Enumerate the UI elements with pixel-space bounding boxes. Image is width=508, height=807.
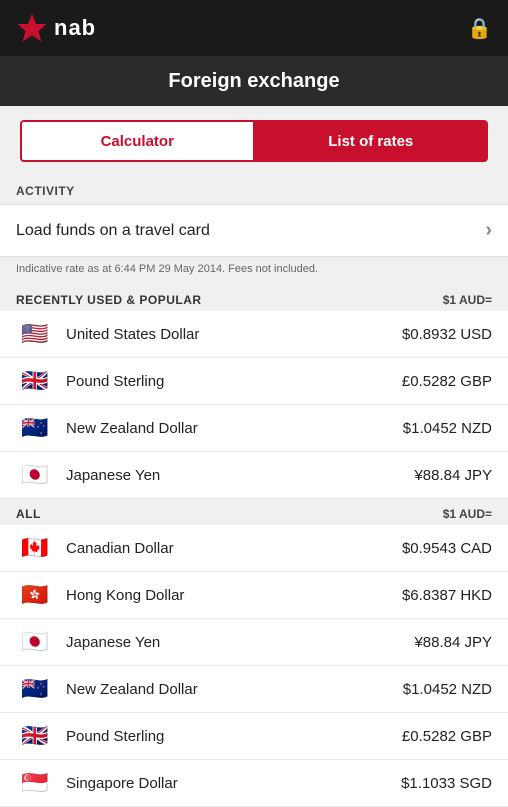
currency-value: $1.0452 NZD — [402, 420, 492, 437]
currency-name: New Zealand Dollar — [66, 420, 402, 437]
list-item[interactable]: 🇯🇵 Japanese Yen¥88.84 JPY — [0, 619, 508, 666]
activity-row-text: Load funds on a travel card — [16, 222, 210, 240]
currency-value: $0.9543 CAD — [402, 540, 492, 557]
app-header: nab 🔒 — [0, 0, 508, 56]
activity-label: ACTIVITY — [16, 184, 75, 198]
all-title: ALL — [16, 507, 41, 521]
currency-flag-icon: 🇬🇧 — [16, 368, 54, 394]
list-item[interactable]: 🇬🇧 Pound Sterling£0.5282 GBP — [0, 358, 508, 405]
currency-name: Singapore Dollar — [66, 775, 401, 792]
all-list: 🇨🇦 Canadian Dollar$0.9543 CAD 🇭🇰 Hong Kong … — [0, 525, 508, 807]
currency-name: Hong Kong Dollar — [66, 587, 402, 604]
tab-calculator[interactable]: Calculator — [20, 120, 254, 162]
list-item[interactable]: 🇨🇦 Canadian Dollar$0.9543 CAD — [0, 525, 508, 572]
currency-name: New Zealand Dollar — [66, 681, 402, 698]
logo-text: nab — [54, 15, 96, 41]
nab-star-icon — [16, 12, 48, 44]
currency-name: Japanese Yen — [66, 634, 402, 651]
currency-value: £0.5282 GBP — [402, 728, 492, 745]
all-rate-label: $1 AUD= — [443, 507, 492, 521]
currency-value: ¥88.84 JPY — [402, 634, 492, 651]
currency-name: Pound Sterling — [66, 373, 402, 390]
currency-name: Japanese Yen — [66, 467, 402, 484]
currency-value: $1.0452 NZD — [402, 681, 492, 698]
currency-value: £0.5282 GBP — [402, 373, 492, 390]
list-item[interactable]: 🇬🇧 Pound Sterling£0.5282 GBP — [0, 713, 508, 760]
recently-used-header: RECENTLY USED & POPULAR $1 AUD= — [0, 285, 508, 311]
currency-flag-icon: 🇭🇰 — [16, 582, 54, 608]
currency-flag-icon: 🇳🇿 — [16, 415, 54, 441]
currency-value: ¥88.84 JPY — [402, 467, 492, 484]
lock-icon: 🔒 — [467, 16, 492, 41]
load-funds-row[interactable]: Load funds on a travel card › — [0, 204, 508, 257]
list-item[interactable]: 🇺🇸 United States Dollar$0.8932 USD — [0, 311, 508, 358]
activity-section-header: ACTIVITY — [0, 176, 508, 204]
chevron-right-icon: › — [485, 219, 492, 242]
title-bar: Foreign exchange — [0, 56, 508, 106]
currency-flag-icon: 🇺🇸 — [16, 321, 54, 347]
currency-value: $6.8387 HKD — [402, 587, 492, 604]
currency-flag-icon: 🇯🇵 — [16, 629, 54, 655]
list-item[interactable]: 🇭🇰 Hong Kong Dollar$6.8387 HKD — [0, 572, 508, 619]
list-item[interactable]: 🇯🇵 Japanese Yen¥88.84 JPY — [0, 452, 508, 499]
currency-value: $0.8932 USD — [402, 326, 492, 343]
currency-flag-icon: 🇳🇿 — [16, 676, 54, 702]
currency-name: Pound Sterling — [66, 728, 402, 745]
currency-flag-icon: 🇯🇵 — [16, 462, 54, 488]
list-item[interactable]: 🇳🇿 New Zealand Dollar$1.0452 NZD — [0, 405, 508, 452]
indicative-note: Indicative rate as at 6:44 PM 29 May 201… — [0, 257, 508, 285]
currency-value: $1.1033 SGD — [401, 775, 492, 792]
recently-used-title: RECENTLY USED & POPULAR — [16, 293, 202, 307]
tab-list-of-rates[interactable]: List of rates — [254, 120, 489, 162]
list-item[interactable]: 🇳🇿 New Zealand Dollar$1.0452 NZD — [0, 666, 508, 713]
currency-flag-icon: 🇸🇬 — [16, 770, 54, 796]
page-title: Foreign exchange — [168, 70, 339, 93]
tab-bar: Calculator List of rates — [0, 106, 508, 176]
all-section-header: ALL $1 AUD= — [0, 499, 508, 525]
currency-name: Canadian Dollar — [66, 540, 402, 557]
currency-name: United States Dollar — [66, 326, 402, 343]
logo: nab — [16, 12, 96, 44]
recently-used-list: 🇺🇸 United States Dollar$0.8932 USD 🇬🇧 Pound… — [0, 311, 508, 499]
currency-flag-icon: 🇬🇧 — [16, 723, 54, 749]
recently-used-rate-label: $1 AUD= — [443, 293, 492, 307]
currency-flag-icon: 🇨🇦 — [16, 535, 54, 561]
